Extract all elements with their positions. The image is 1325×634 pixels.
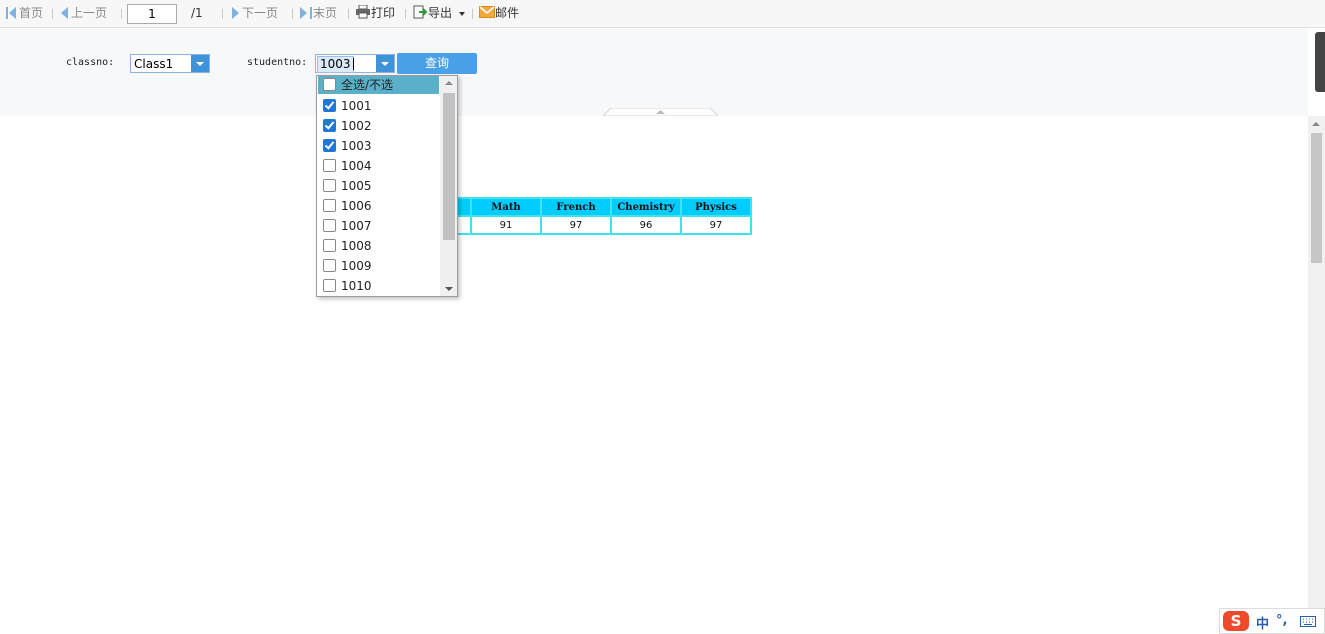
option-checkbox[interactable] bbox=[323, 279, 336, 292]
table-cell: 91 bbox=[470, 215, 542, 235]
dropdown-option[interactable]: 1006 bbox=[318, 196, 439, 216]
select-all-checkbox[interactable] bbox=[323, 78, 336, 91]
first-page-arrow-icon bbox=[9, 7, 16, 19]
text-caret bbox=[353, 58, 354, 70]
table-cell: 96 bbox=[610, 215, 682, 235]
dropdown-scrollbar-thumb[interactable] bbox=[443, 93, 455, 240]
dropdown-option[interactable]: 1007 bbox=[318, 216, 439, 236]
option-label: 1004 bbox=[341, 159, 372, 173]
table-header-cell: Math bbox=[470, 197, 542, 217]
report-toolbar: 首页 上一页 /1 下一页 末页 打印 导出 邮件 bbox=[0, 0, 1325, 28]
dropdown-option[interactable]: 1002 bbox=[318, 116, 439, 136]
toolbar-separator bbox=[121, 9, 122, 19]
first-page-icon bbox=[6, 7, 8, 19]
option-checkbox[interactable] bbox=[323, 139, 336, 152]
table-header-cell: French bbox=[540, 197, 612, 217]
dropdown-option[interactable]: 1001 bbox=[318, 96, 439, 116]
option-checkbox[interactable] bbox=[323, 259, 336, 272]
ime-punctuation[interactable]: °, bbox=[1276, 613, 1287, 628]
option-checkbox[interactable] bbox=[323, 119, 336, 132]
ime-status-bar[interactable]: S 中 °, bbox=[1219, 608, 1325, 634]
mail-button[interactable]: 邮件 bbox=[479, 0, 519, 27]
toolbar-separator bbox=[472, 9, 473, 19]
option-checkbox[interactable] bbox=[323, 159, 336, 172]
studentno-dropdown-list: 全选/不选 1001 1002 1003 1004 1005 1006 1007 1008 10… bbox=[316, 75, 458, 297]
dropdown-option[interactable]: 1004 bbox=[318, 156, 439, 176]
next-page-icon bbox=[232, 7, 239, 19]
option-label: 1006 bbox=[341, 199, 372, 213]
option-checkbox[interactable] bbox=[323, 99, 336, 112]
option-checkbox[interactable] bbox=[323, 199, 336, 212]
last-page-icon bbox=[300, 7, 307, 19]
sogou-logo-icon: S bbox=[1223, 611, 1249, 631]
mail-icon bbox=[479, 6, 495, 18]
dropdown-option[interactable]: 1003 bbox=[318, 136, 439, 156]
option-label: 1010 bbox=[341, 279, 372, 293]
option-checkbox[interactable] bbox=[323, 179, 336, 192]
dropdown-scrollbar[interactable] bbox=[440, 76, 457, 296]
option-checkbox[interactable] bbox=[323, 239, 336, 252]
dropdown-option[interactable]: 1005 bbox=[318, 176, 439, 196]
option-label: 1005 bbox=[341, 179, 372, 193]
option-checkbox[interactable] bbox=[323, 219, 336, 232]
option-label: 1008 bbox=[341, 239, 372, 253]
prev-page-icon bbox=[61, 7, 68, 19]
chevron-down-icon bbox=[458, 12, 465, 16]
toolbar-separator bbox=[222, 9, 223, 19]
table-cell: 97 bbox=[680, 215, 752, 235]
option-label: 1001 bbox=[341, 99, 372, 113]
classno-select[interactable]: Class1 bbox=[130, 54, 210, 73]
table-cell: 97 bbox=[540, 215, 612, 235]
next-page-button[interactable]: 下一页 bbox=[232, 0, 278, 27]
studentno-chip: 1003 bbox=[317, 56, 354, 73]
printer-icon bbox=[356, 4, 370, 19]
query-button[interactable]: 查询 bbox=[397, 53, 477, 74]
first-page-button[interactable]: 首页 bbox=[6, 0, 43, 27]
ime-mode[interactable]: 中 bbox=[1256, 613, 1269, 632]
studentno-label: studentno: bbox=[247, 57, 308, 68]
dropdown-option[interactable]: 1008 bbox=[318, 236, 439, 256]
dropdown-option[interactable]: 1009 bbox=[318, 256, 439, 276]
scroll-down-icon[interactable] bbox=[445, 287, 453, 291]
studentno-select[interactable]: 1003 bbox=[315, 54, 395, 73]
export-button[interactable]: 导出 bbox=[413, 0, 465, 27]
last-page-button[interactable]: 末页 bbox=[300, 0, 337, 27]
page-scrollbar[interactable] bbox=[1308, 116, 1325, 634]
page-number-input[interactable] bbox=[127, 4, 177, 24]
prev-page-button[interactable]: 上一页 bbox=[61, 0, 107, 27]
option-label: 1007 bbox=[341, 219, 372, 233]
print-button[interactable]: 打印 bbox=[355, 0, 395, 27]
classno-value: Class1 bbox=[134, 57, 174, 71]
chevron-down-icon[interactable] bbox=[376, 55, 394, 72]
table-header-cell: Chemistry bbox=[610, 197, 682, 217]
table-header-cell: Physics bbox=[680, 197, 752, 217]
toolbar-separator bbox=[348, 9, 349, 19]
classno-label: classno: bbox=[66, 57, 115, 68]
page-scrollbar-thumb[interactable] bbox=[1311, 133, 1322, 263]
chevron-down-icon[interactable] bbox=[191, 55, 209, 72]
scroll-up-icon[interactable] bbox=[1312, 122, 1320, 126]
toolbar-separator bbox=[405, 9, 406, 19]
select-all-option[interactable]: 全选/不选 bbox=[318, 76, 439, 94]
toolbar-separator bbox=[292, 9, 293, 19]
option-label: 1003 bbox=[341, 139, 372, 153]
toolbar-separator bbox=[52, 9, 53, 19]
scroll-up-icon[interactable] bbox=[445, 81, 453, 85]
side-panel-handle[interactable] bbox=[1315, 32, 1325, 92]
last-page-bar-icon bbox=[310, 7, 312, 19]
option-label: 1009 bbox=[341, 259, 372, 273]
option-label: 1002 bbox=[341, 119, 372, 133]
dropdown-option[interactable]: 1010 bbox=[318, 276, 439, 296]
keyboard-icon[interactable] bbox=[1300, 616, 1316, 627]
collapse-panel-handle[interactable] bbox=[603, 108, 718, 116]
export-icon bbox=[413, 5, 428, 19]
total-pages-label: /1 bbox=[191, 6, 203, 20]
